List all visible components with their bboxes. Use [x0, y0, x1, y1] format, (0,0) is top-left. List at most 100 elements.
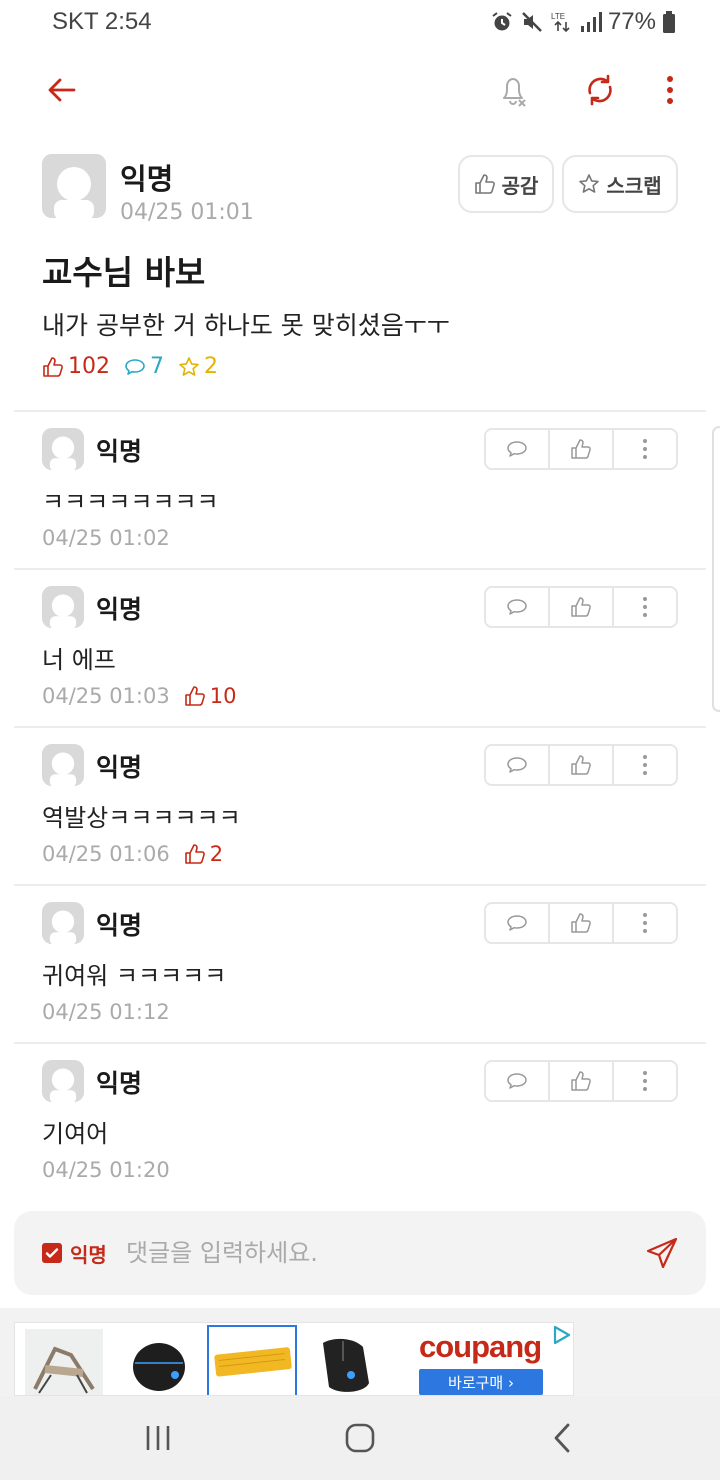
comment-more-button[interactable]: [612, 430, 676, 468]
default-avatar-icon: [42, 586, 84, 628]
comment-item: 익명 기여어 04/25 01:20: [14, 1042, 706, 1200]
scrap-count: 2: [204, 354, 218, 379]
more-vert-icon: [643, 597, 647, 617]
thumbs-up-icon: [571, 1071, 591, 1091]
reply-button[interactable]: [486, 1062, 548, 1100]
refresh-button[interactable]: [572, 62, 628, 118]
thumbs-up-icon: [571, 439, 591, 459]
scrap-button[interactable]: 스크랩: [562, 155, 678, 213]
battery-percent: 77%: [607, 8, 656, 35]
comment-author: 익명: [96, 911, 143, 940]
comment-like-button[interactable]: [548, 746, 612, 784]
like-button[interactable]: 공감: [458, 155, 554, 213]
notification-off-button[interactable]: [486, 62, 542, 118]
status-icons: LTE 77%: [490, 8, 676, 36]
post-comment-count: 7: [124, 354, 164, 379]
reply-button[interactable]: [486, 746, 548, 784]
comment-like-button[interactable]: [548, 904, 612, 942]
more-options-button[interactable]: [642, 62, 698, 118]
post-like-count: 102: [42, 354, 110, 379]
back-nav-button[interactable]: [532, 1416, 592, 1460]
post-author: 익명: [120, 162, 174, 196]
comment-like-button[interactable]: [548, 1062, 612, 1100]
alarm-icon: [492, 12, 512, 31]
default-avatar-icon: [42, 1060, 84, 1102]
buy-now-button[interactable]: 바로구매 ›: [419, 1369, 543, 1395]
comment-text: 너 에프: [42, 646, 116, 674]
recent-apps-button[interactable]: [128, 1416, 188, 1460]
comment-like-button[interactable]: [548, 588, 612, 626]
anonymous-checkbox[interactable]: [42, 1243, 62, 1263]
comment-input-bar: 익명: [14, 1211, 706, 1295]
mute-icon: [522, 12, 542, 32]
comment-more-button[interactable]: [612, 588, 676, 626]
comment-like-count: 2: [184, 842, 223, 866]
back-button[interactable]: [34, 62, 90, 118]
comment-list: 익명 ㅋㅋㅋㅋㅋㅋㅋㅋ 04/25 01:02 익명 너 에프 04/25 01…: [14, 410, 706, 1200]
home-icon: [345, 1423, 375, 1453]
send-button[interactable]: [642, 1233, 682, 1273]
more-vert-icon: [643, 755, 647, 775]
comment-more-button[interactable]: [612, 746, 676, 784]
chevron-left-icon: [554, 1423, 570, 1453]
comment-meta: 04/25 01:20: [42, 1158, 170, 1182]
avatar: [42, 428, 84, 470]
comment-icon: [507, 757, 527, 773]
comment-meta: 04/25 01:12: [42, 1000, 170, 1024]
comment-like-button[interactable]: [548, 430, 612, 468]
thumbs-up-icon: [474, 174, 495, 194]
bell-off-icon: [503, 78, 526, 107]
coupang-logo[interactable]: coupang: [419, 1329, 542, 1365]
brand-name: coupang: [419, 1329, 542, 1364]
battery-icon: [663, 11, 675, 33]
comment-icon: [507, 1073, 527, 1089]
reply-button[interactable]: [486, 430, 548, 468]
comment-item: 익명 너 에프 04/25 01:03 10: [14, 568, 706, 726]
comment-text: 역발상ㅋㅋㅋㅋㅋㅋ: [42, 804, 241, 832]
scrollbar[interactable]: [712, 426, 720, 712]
ad-product-chair[interactable]: [25, 1329, 103, 1395]
ad-choices-icon[interactable]: [549, 1323, 573, 1347]
comment-icon: [507, 915, 527, 931]
home-button[interactable]: [330, 1416, 390, 1460]
reply-button[interactable]: [486, 904, 548, 942]
ad-banner: coupang 바로구매 ›: [0, 1308, 720, 1396]
comment-more-button[interactable]: [612, 1062, 676, 1100]
mouse-image: [303, 1329, 389, 1395]
comment-meta: 04/25 01:06 2: [42, 842, 223, 866]
ad-product-mouse-1[interactable]: [115, 1329, 201, 1395]
comment-time: 04/25 01:02: [42, 526, 170, 550]
system-navigation-bar: [0, 1396, 720, 1480]
ad-strip[interactable]: coupang 바로구매 ›: [14, 1322, 574, 1396]
comment-input[interactable]: [126, 1233, 626, 1273]
like-count: 10: [209, 684, 237, 708]
ad-product-mouse-2[interactable]: [303, 1329, 389, 1395]
comment-count: 7: [150, 354, 164, 379]
comment-icon: [507, 599, 527, 615]
check-icon: [45, 1248, 59, 1258]
thumbs-up-icon: [184, 844, 205, 864]
scrap-button-label: 스크랩: [606, 173, 662, 198]
comment-author: 익명: [96, 1069, 143, 1098]
like-count: 102: [68, 354, 110, 379]
comment-text: ㅋㅋㅋㅋㅋㅋㅋㅋ: [42, 488, 219, 516]
comment-item: 익명 역발상ㅋㅋㅋㅋㅋㅋ 04/25 01:06 2: [14, 726, 706, 884]
comment-actions: [484, 744, 678, 786]
mouse-image: [115, 1329, 201, 1395]
comment-more-button[interactable]: [612, 904, 676, 942]
comment-time: 04/25 01:03: [42, 684, 170, 708]
comment-icon: [507, 441, 527, 457]
avatar: [42, 586, 84, 628]
comment-time: 04/25 01:20: [42, 1158, 170, 1182]
comment-actions: [484, 586, 678, 628]
ad-product-keyboard[interactable]: [207, 1325, 297, 1395]
comment-time: 04/25 01:06: [42, 842, 170, 866]
comment-author: 익명: [96, 595, 143, 624]
reply-button[interactable]: [486, 588, 548, 626]
thumbs-up-icon: [571, 755, 591, 775]
post-scrap-count: 2: [178, 354, 218, 379]
anonymous-label[interactable]: 익명: [70, 1239, 107, 1268]
thumbs-up-icon: [571, 913, 591, 933]
comment-text: 귀여워 ㅋㅋㅋㅋㅋ: [42, 962, 227, 990]
comment-meta: 04/25 01:03 10: [42, 684, 236, 708]
